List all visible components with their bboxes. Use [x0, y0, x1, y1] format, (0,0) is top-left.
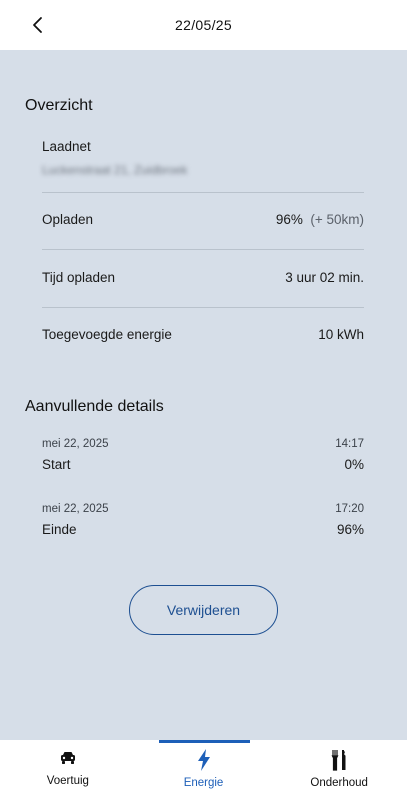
bottom-tab-bar: Voertuig Energie Onderhoud — [0, 740, 407, 800]
charging-label: Opladen — [42, 212, 94, 227]
energy-added-value: 10 kWh — [318, 327, 364, 342]
charging-time-value: 3 uur 02 min. — [285, 270, 364, 285]
back-button[interactable] — [26, 13, 50, 37]
start-label: Start — [42, 457, 71, 472]
charging-time-row: Tijd opladen 3 uur 02 min. — [42, 270, 364, 285]
divider — [42, 192, 364, 193]
lightning-icon — [197, 749, 210, 771]
network-label: Laadnet — [42, 139, 91, 154]
network-address: Luckenstraat 21, Zuidbroek — [42, 163, 188, 177]
tab-vehicle-label: Voertuig — [46, 775, 89, 787]
end-meta-row: mei 22, 2025 17:20 — [42, 503, 364, 515]
start-meta-row: mei 22, 2025 14:17 — [42, 438, 364, 450]
charging-value: 96% — [275, 212, 303, 227]
charging-time-label: Tijd opladen — [42, 270, 116, 285]
start-time: 14:17 — [335, 438, 364, 450]
energy-added-label: Toegevoegde energie — [42, 327, 172, 342]
tab-energy-label: Energie — [183, 777, 224, 789]
delete-button[interactable]: Verwijderen — [129, 585, 278, 635]
active-tab-indicator — [158, 740, 250, 743]
start-value: 0% — [344, 457, 364, 472]
start-date: mei 22, 2025 — [42, 438, 109, 450]
tab-vehicle[interactable]: Voertuig — [0, 740, 136, 800]
overview-title: Overzicht — [25, 97, 93, 114]
start-row: Start 0% — [42, 457, 364, 472]
end-time: 17:20 — [335, 503, 364, 515]
details-title: Aanvullende details — [25, 398, 164, 415]
divider — [42, 249, 364, 250]
page-title: 22/05/25 — [175, 17, 232, 33]
end-row: Einde 96% — [42, 522, 364, 537]
top-bar: 22/05/25 — [0, 0, 407, 50]
tab-maintenance[interactable]: Onderhoud — [271, 740, 407, 800]
energy-added-row: Toegevoegde energie 10 kWh — [42, 327, 364, 342]
charging-row: Opladen 96% (+ 50km) — [42, 212, 364, 227]
end-value: 96% — [336, 522, 364, 537]
network-label-row: Laadnet — [42, 139, 364, 154]
end-label: Einde — [42, 522, 77, 537]
chevron-left-icon — [33, 17, 42, 33]
end-date: mei 22, 2025 — [42, 503, 109, 515]
range-added: (+ 50km) — [310, 212, 364, 227]
tab-maintenance-label: Onderhoud — [310, 777, 368, 789]
tools-icon — [331, 750, 346, 771]
divider — [42, 307, 364, 308]
car-icon — [60, 752, 75, 764]
tab-energy[interactable]: Energie — [136, 740, 272, 800]
